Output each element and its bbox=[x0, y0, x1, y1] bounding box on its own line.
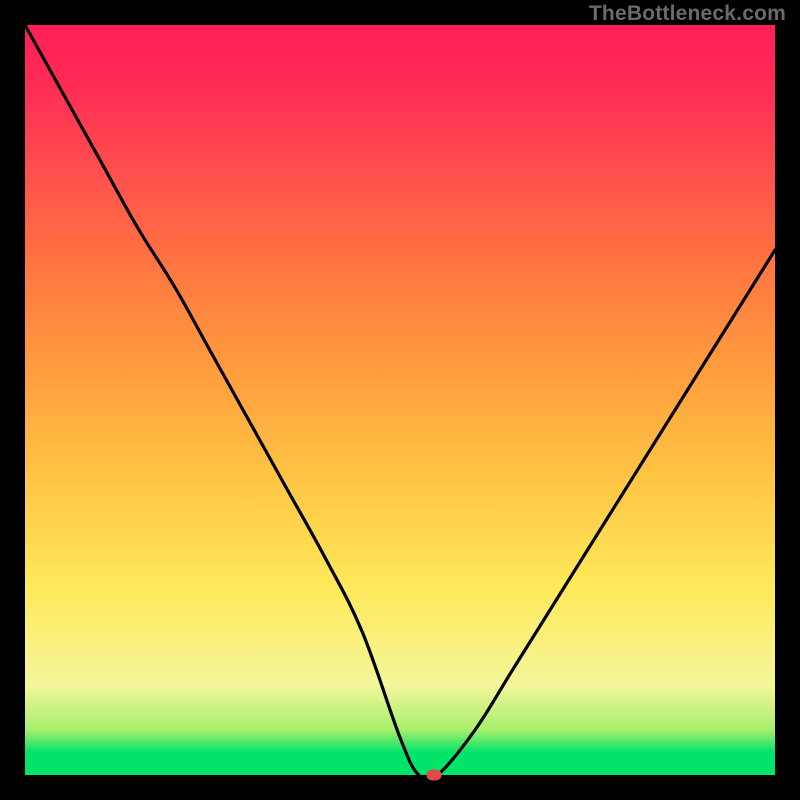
bottleneck-curve bbox=[25, 25, 775, 781]
min-marker bbox=[426, 770, 441, 781]
chart-frame: TheBottleneck.com bbox=[0, 0, 800, 800]
curve-layer bbox=[25, 25, 775, 775]
watermark-text: TheBottleneck.com bbox=[589, 2, 786, 26]
